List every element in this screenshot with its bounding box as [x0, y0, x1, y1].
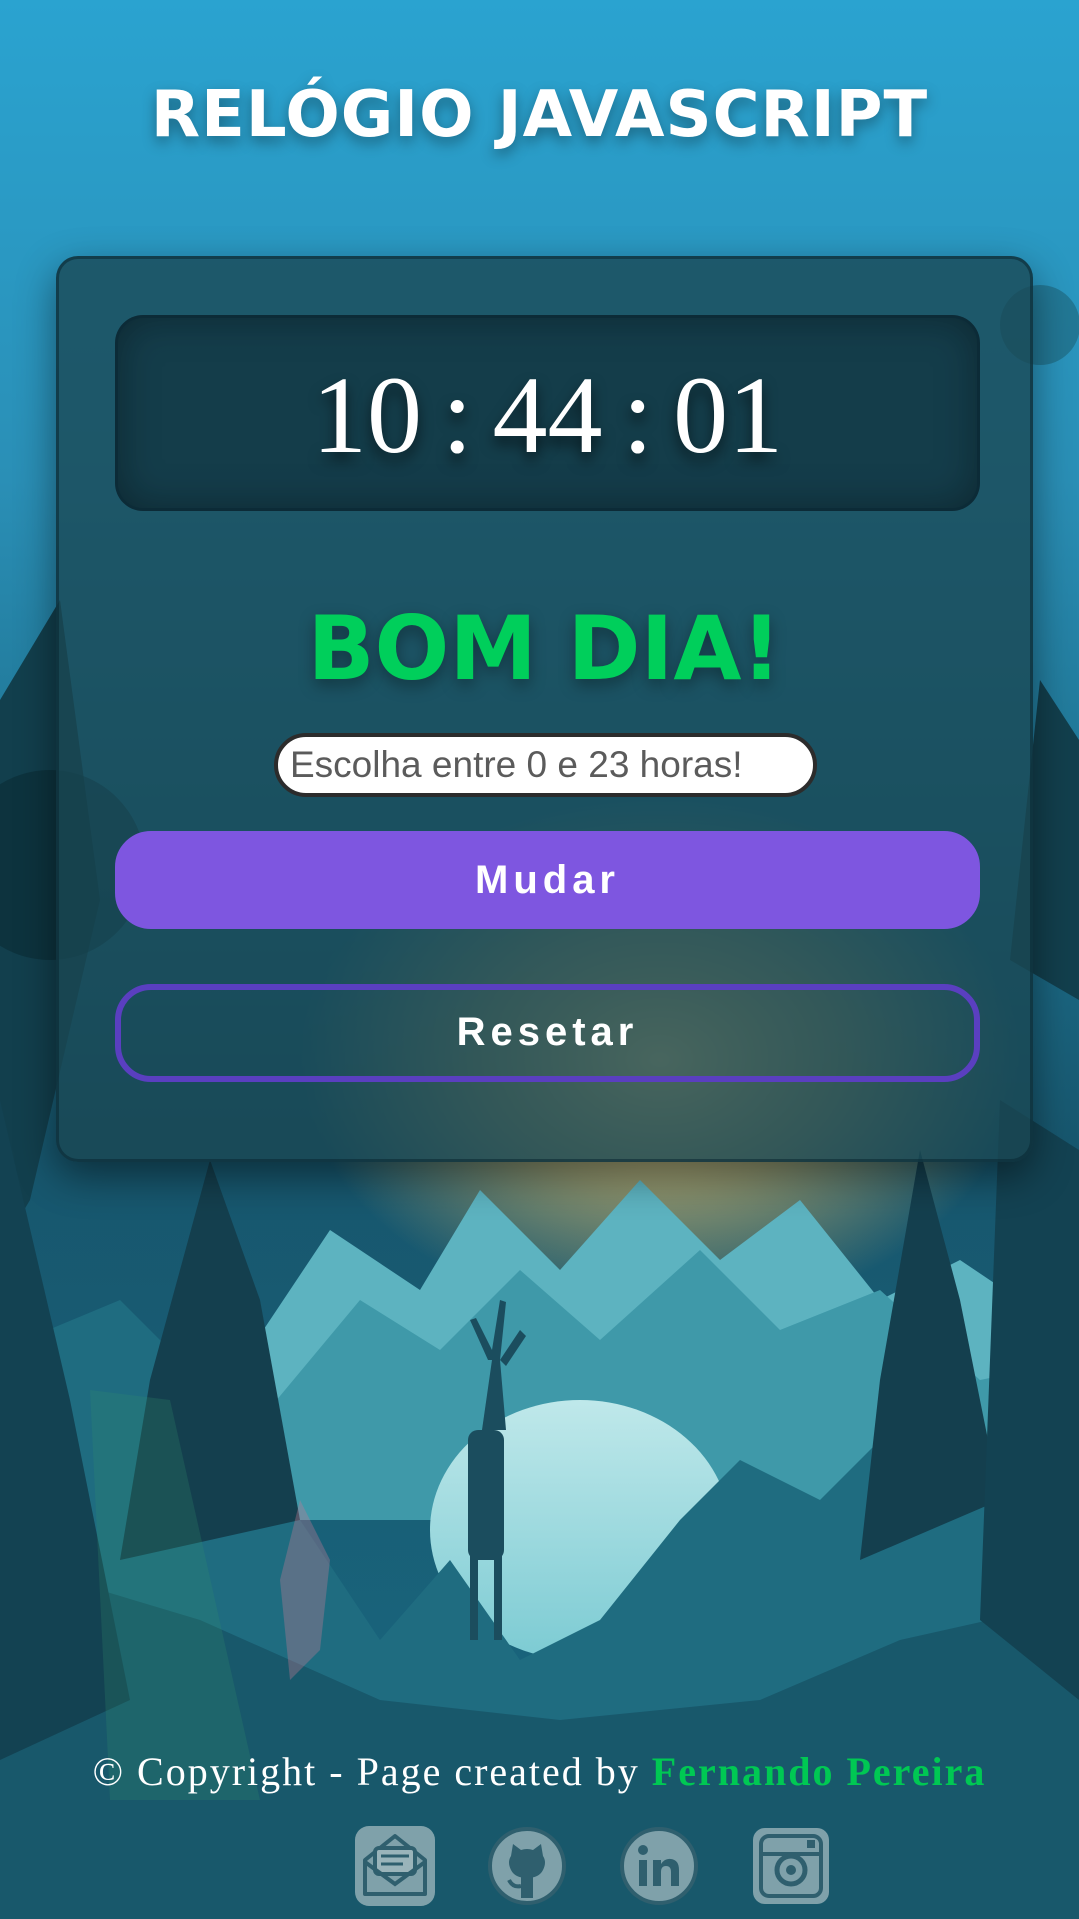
clock-separator: : — [441, 354, 473, 476]
hour-input[interactable] — [274, 733, 817, 797]
time-display: 10:44:01 — [115, 315, 980, 511]
social-links — [355, 1826, 835, 1910]
clock-separator: : — [622, 354, 654, 476]
github-icon[interactable] — [487, 1826, 567, 1906]
reset-button[interactable]: Resetar — [115, 984, 980, 1082]
clock-seconds: 01 — [673, 354, 784, 476]
email-icon[interactable] — [355, 1826, 435, 1906]
author-name: Fernando Pereira — [651, 1749, 987, 1794]
linkedin-icon[interactable] — [619, 1826, 699, 1906]
instagram-icon[interactable] — [751, 1826, 831, 1906]
page-title: RELÓGIO JAVASCRIPT — [150, 78, 929, 152]
clock-panel: 10:44:01 BOM DIA! Mudar Resetar — [56, 256, 1033, 1162]
time-readout: 10:44:01 — [118, 360, 977, 470]
clock-minutes: 44 — [492, 354, 603, 476]
clock-hours: 10 — [311, 354, 422, 476]
greeting-text: BOM DIA! — [307, 597, 782, 700]
copyright-text: © Copyright - Page created by — [92, 1749, 640, 1794]
footer-copyright: © Copyright - Page created by Fernando P… — [0, 1748, 1079, 1795]
change-button[interactable]: Mudar — [115, 831, 980, 929]
